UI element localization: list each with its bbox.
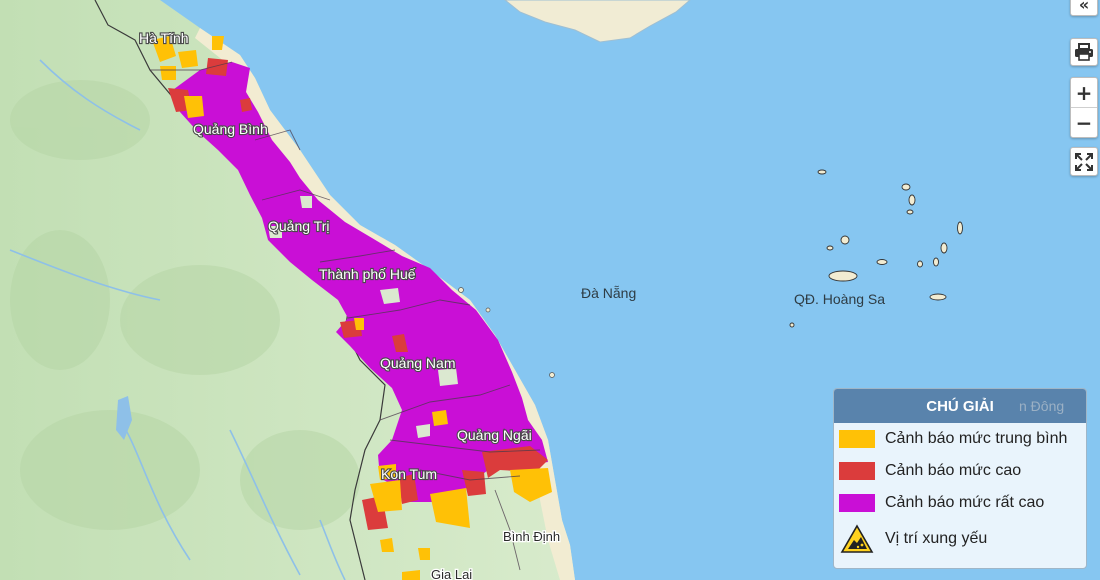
legend-item-very-high: Cảnh báo mức rất cao [834,487,1086,519]
legend-label-vulnerable: Vị trí xung yếu [885,530,988,547]
landslide-warning-icon [839,524,875,554]
label-kon-tum: Kon Tum [381,466,437,482]
map-container[interactable]: Hà Tĩnh Quảng Bình Quảng Trị Thành phố H… [0,0,1100,580]
label-quang-binh: Quảng Bình [193,121,268,137]
collapse-panel-button[interactable]: « [1070,0,1098,16]
label-ha-tinh: Hà Tĩnh [139,30,189,46]
zoom-out-button[interactable]: − [1071,107,1097,137]
zoom-out-icon: − [1075,110,1093,135]
label-thanh-pho-hue: Thành phố Huế [319,266,416,282]
legend-swatch-very-high [839,494,875,512]
legend-item-medium: Cảnh báo mức trung bình [834,423,1086,455]
print-icon [1075,43,1093,61]
legend-label-very-high: Cảnh báo mức rất cao [885,494,1045,511]
legend-item-vulnerable: Vị trí xung yếu [834,519,1086,559]
legend-label-medium: Cảnh báo mức trung bình [885,430,1068,447]
legend-label-high: Cảnh báo mức cao [885,462,1022,479]
label-gia-lai: Gia Lai [431,567,472,580]
legend-swatch-medium [839,430,875,448]
label-quang-tri: Quảng Trị [268,218,329,234]
label-hoang-sa: QĐ. Hoàng Sa [794,291,885,307]
collapse-icon: « [1078,0,1090,14]
zoom-control: + − [1070,77,1098,138]
zoom-in-icon: + [1075,80,1093,105]
zoom-in-button[interactable]: + [1071,78,1097,107]
fullscreen-icon [1075,152,1093,171]
label-quang-ngai: Quảng Ngãi [457,427,532,443]
legend-item-high: Cảnh báo mức cao [834,455,1086,487]
legend-swatch-high [839,462,875,480]
legend-underlying-label: n Đông [1019,398,1065,414]
label-quang-nam: Quảng Nam [380,355,455,371]
map-legend: CHÚ GIẢI Cảnh báo mức trung bình Cảnh bá… [833,388,1087,569]
label-binh-dinh: Bình Định [503,529,560,544]
print-button[interactable] [1070,38,1098,66]
fullscreen-button[interactable] [1070,147,1098,176]
label-da-nang: Đà Nẵng [581,285,636,301]
